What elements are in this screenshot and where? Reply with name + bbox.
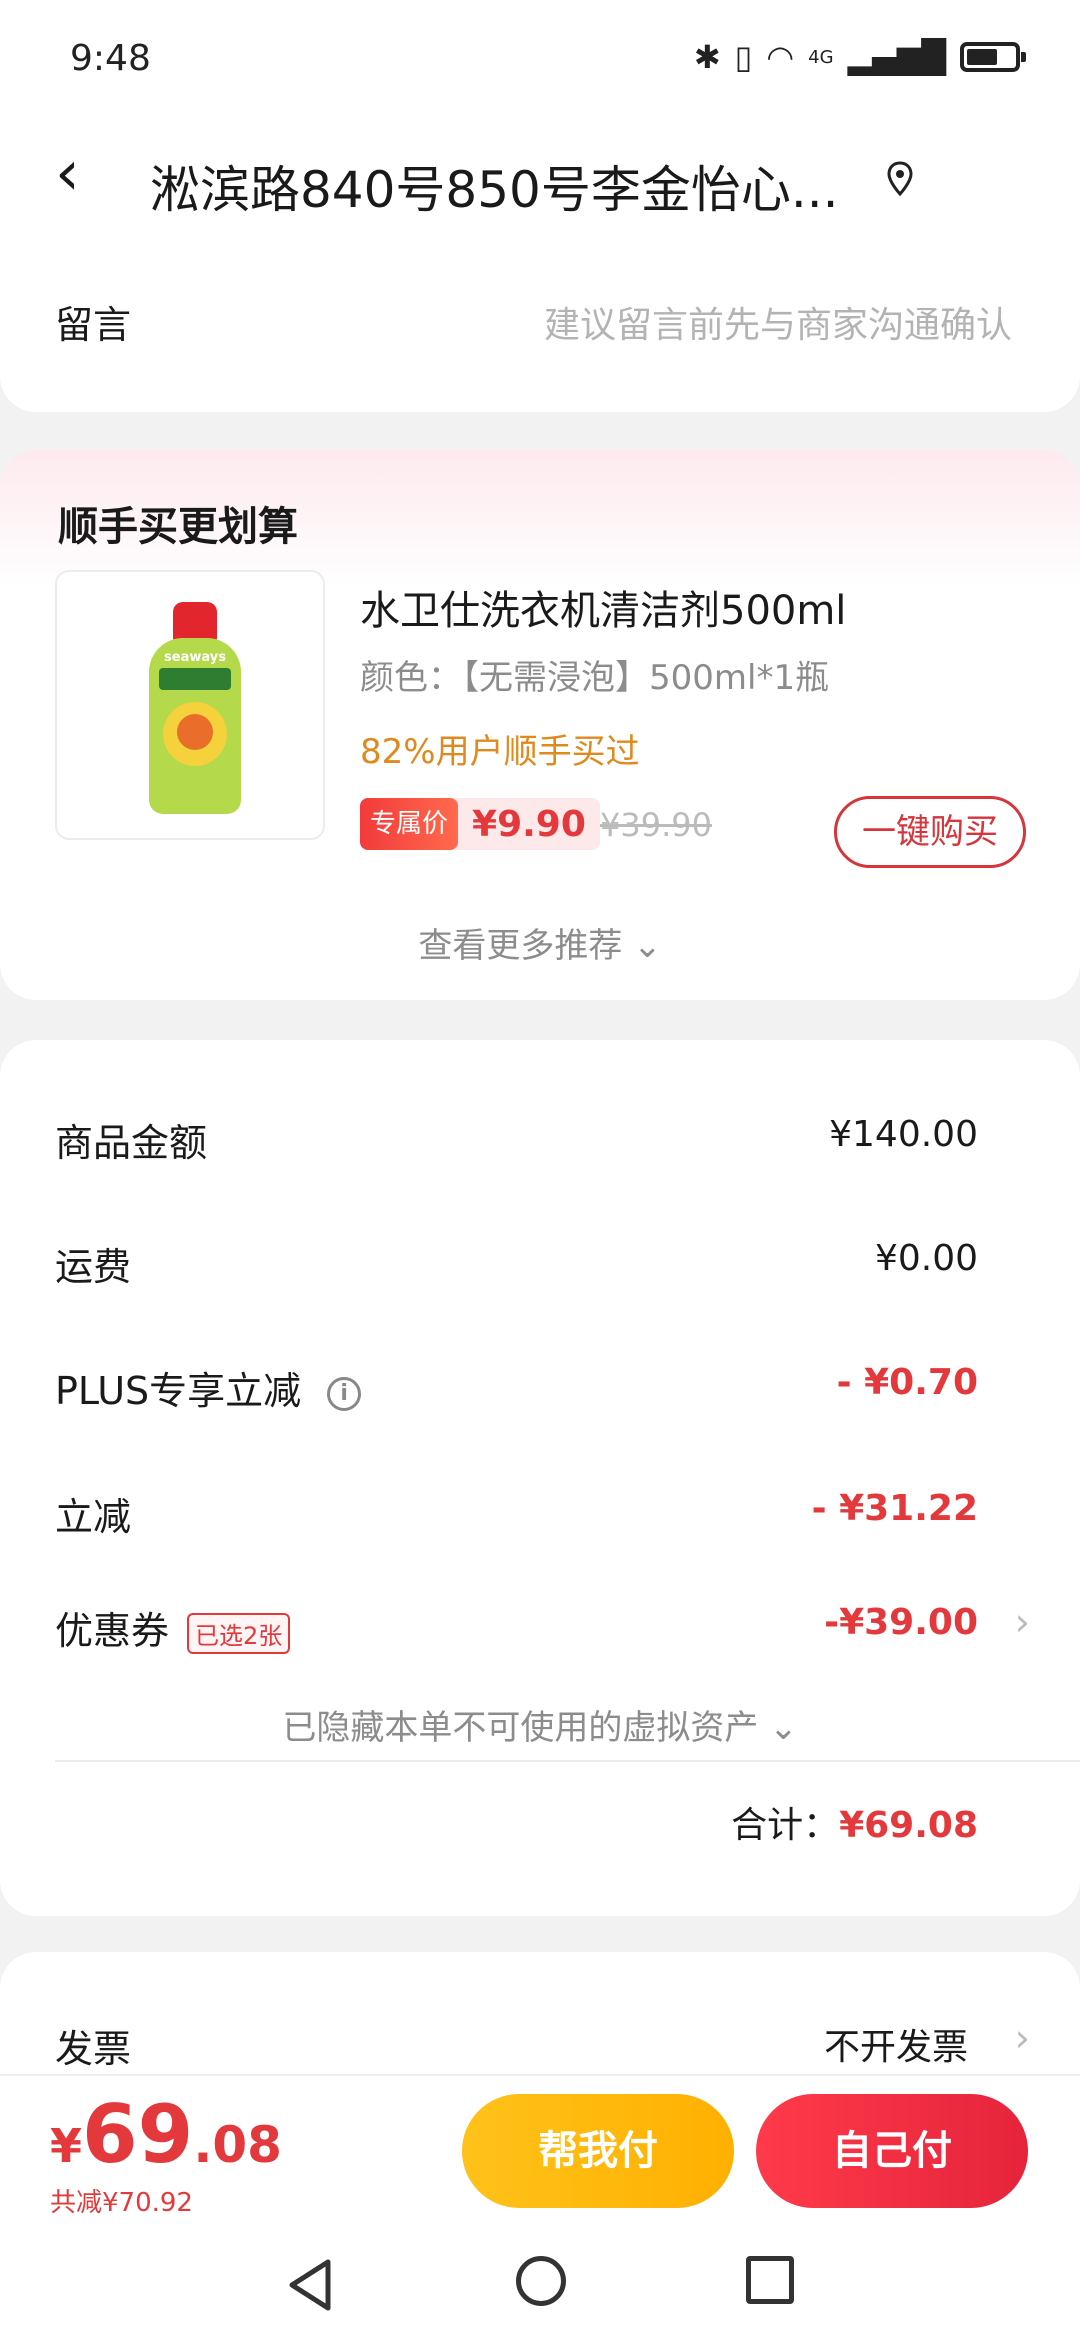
product-name[interactable]: 水卫仕洗衣机清洁剂500ml xyxy=(360,578,846,636)
plus-discount-row: PLUS专享立减 i xyxy=(55,1360,362,1415)
location-pin-icon[interactable] xyxy=(885,160,915,200)
coupon-label: 优惠券 xyxy=(55,1609,170,1653)
shipping-value: ¥0.00 xyxy=(874,1238,978,1279)
goods-amount-label: 商品金额 xyxy=(55,1121,208,1165)
delivery-address[interactable]: 淞滨路840号850号李金怡心... xyxy=(150,150,870,222)
more-recommend-link[interactable]: 查看更多推荐 ⌄ xyxy=(0,918,1080,967)
nav-home-icon[interactable] xyxy=(516,2256,566,2306)
bluetooth-icon: ✱ xyxy=(693,38,721,76)
signal-icon: ▂▄▆█ xyxy=(847,38,946,76)
message-input[interactable]: 建议留言前先与商家沟通确认 xyxy=(544,296,1012,348)
info-icon[interactable]: i xyxy=(327,1376,362,1411)
message-label: 留言 xyxy=(55,303,132,347)
coupon-value[interactable]: -¥39.00 xyxy=(824,1602,978,1643)
pay-myself-button[interactable]: 自己付 xyxy=(756,2094,1028,2208)
nav-back-icon[interactable] xyxy=(282,2256,338,2314)
pay-currency: ¥ xyxy=(50,2119,83,2173)
recommend-card: 顺手买更划算 seaways 水卫仕洗衣机清洁剂500ml 颜色：【无需浸泡】5… xyxy=(0,450,1080,1000)
product-brand-logo: seaways xyxy=(164,650,226,665)
chevron-right-icon[interactable]: › xyxy=(1015,2016,1030,2060)
help-me-pay-button[interactable]: 帮我付 xyxy=(462,2094,734,2208)
battery-icon xyxy=(960,42,1026,72)
pay-bar: ¥69.08 共减¥70.92 帮我付 自己付 xyxy=(0,2074,1080,2230)
total-value: ¥69.08 xyxy=(839,1805,978,1846)
product-hint: 82%用户顺手买过 xyxy=(360,732,640,772)
bottle-icon: seaways xyxy=(149,602,241,814)
total-row: 合计：¥69.08 xyxy=(731,1796,978,1848)
pay-amount: ¥69.08 xyxy=(50,2088,282,2181)
plus-discount-label: PLUS专享立减 xyxy=(55,1369,302,1413)
invoice-value[interactable]: 不开发票 xyxy=(824,2018,968,2070)
status-bar: 9:48 ✱ ▯ ◠ 4G ▂▄▆█ xyxy=(0,0,1080,120)
exclusive-price-badge: 专属价 xyxy=(360,798,459,850)
page-header: ‹ 淞滨路840号850号李金怡心... xyxy=(0,120,1080,240)
status-time: 9:48 xyxy=(70,38,151,79)
total-label: 合计： xyxy=(731,1805,840,1846)
pay-amount-int: 69 xyxy=(82,2088,194,2181)
product-spec: 颜色：【无需浸泡】500ml*1瓶 xyxy=(360,658,830,698)
chevron-down-icon: ⌄ xyxy=(633,926,662,966)
product-price: ¥9.90 xyxy=(472,803,586,845)
system-nav-bar xyxy=(0,2230,1080,2340)
instant-discount-label: 立减 xyxy=(55,1495,132,1539)
coupon-selected-badge: 已选2张 xyxy=(187,1613,291,1654)
recommend-title: 顺手买更划算 xyxy=(58,504,298,550)
hidden-assets-label: 已隐藏本单不可使用的虚拟资产 xyxy=(282,1708,759,1748)
price-tag: 专属价 ¥9.90 xyxy=(360,798,600,850)
wifi-icon: ◠ xyxy=(766,38,795,76)
coupon-row[interactable]: 优惠券 已选2张 xyxy=(55,1600,291,1655)
divider xyxy=(55,1760,1080,1762)
product-image[interactable]: seaways xyxy=(55,570,325,840)
cost-card: 商品金额 ¥140.00 运费 ¥0.00 PLUS专享立减 i - ¥0.70 … xyxy=(0,1040,1080,1916)
chevron-down-icon: ⌄ xyxy=(769,1708,798,1748)
total-saved: 共减¥70.92 xyxy=(50,2188,193,2218)
nav-recent-apps-icon[interactable] xyxy=(746,2256,794,2304)
hidden-assets-toggle[interactable]: 已隐藏本单不可使用的虚拟资产 ⌄ xyxy=(0,1700,1080,1749)
instant-discount-value: - ¥31.22 xyxy=(811,1488,978,1529)
vibrate-icon: ▯ xyxy=(734,38,753,76)
more-recommend-label: 查看更多推荐 xyxy=(418,926,623,966)
shipping-label: 运费 xyxy=(55,1245,132,1289)
original-price: ¥39.90 xyxy=(600,806,712,844)
status-icons: ✱ ▯ ◠ 4G ▂▄▆█ xyxy=(693,38,1026,76)
pay-amount-dec: .08 xyxy=(193,2116,282,2174)
message-card: 留言 建议留言前先与商家沟通确认 xyxy=(0,240,1080,412)
back-arrow-icon[interactable]: ‹ xyxy=(55,142,80,204)
chevron-right-icon[interactable]: › xyxy=(1015,1600,1030,1644)
plus-discount-value: - ¥0.70 xyxy=(836,1362,978,1403)
invoice-label: 发票 xyxy=(55,2027,132,2071)
network-label: 4G xyxy=(808,46,834,68)
one-click-buy-button[interactable]: 一键购买 xyxy=(834,796,1026,868)
goods-amount-value: ¥140.00 xyxy=(829,1114,978,1155)
